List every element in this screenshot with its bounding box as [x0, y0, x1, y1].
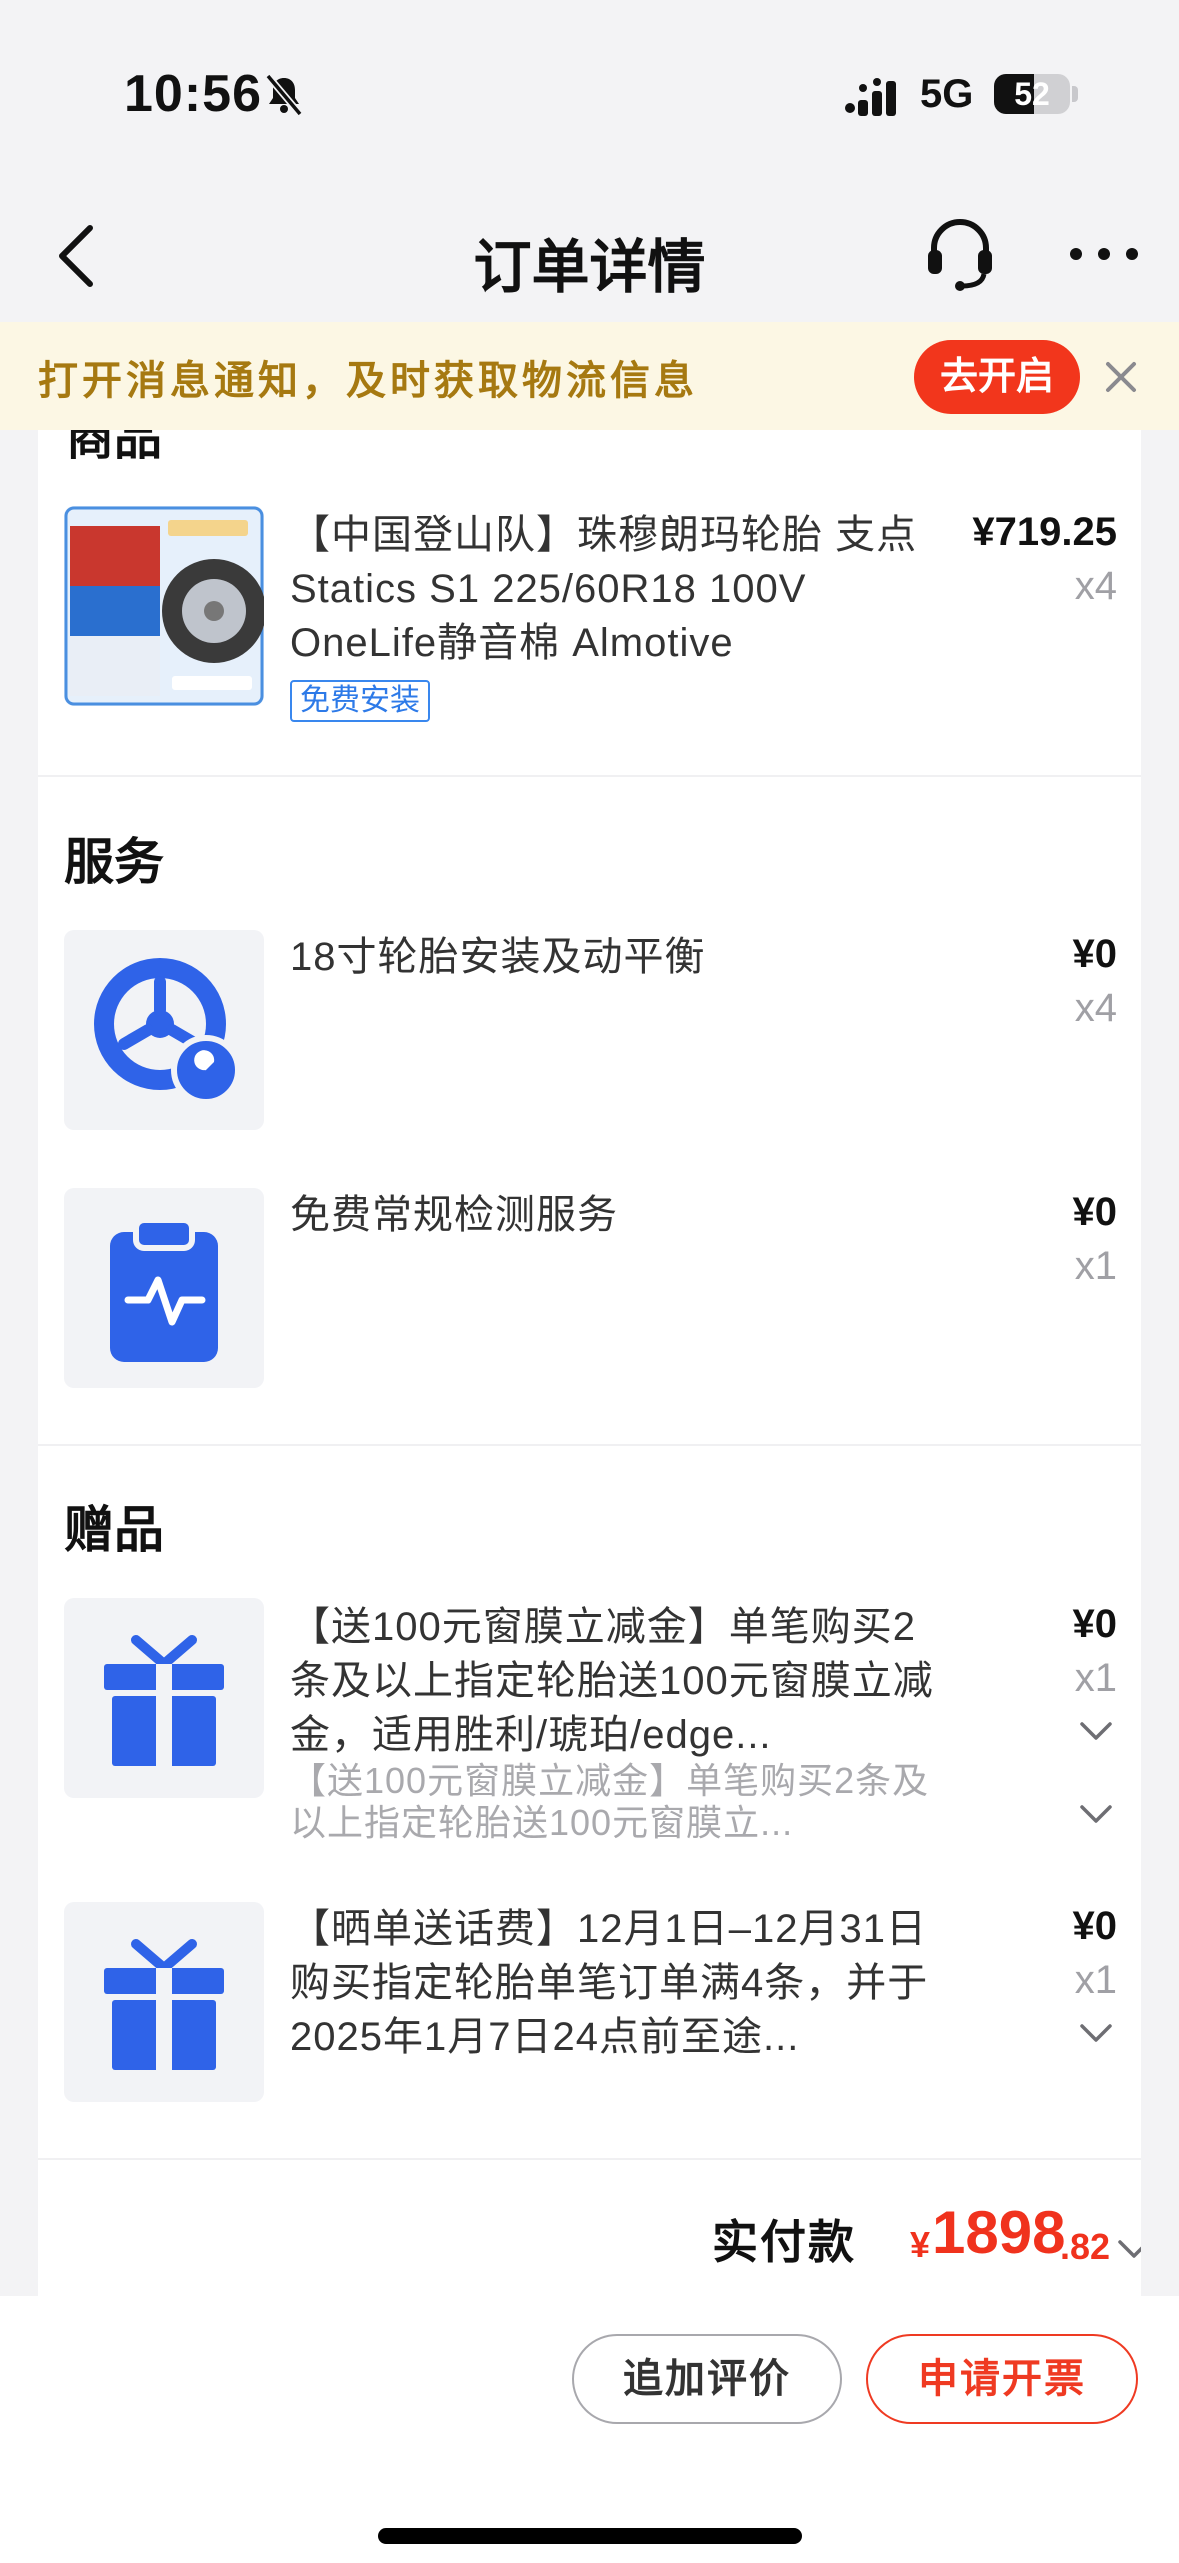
signal-icon: [845, 78, 896, 116]
tire-wrench-icon: [64, 930, 264, 1130]
network-type: 5G: [920, 72, 974, 116]
order-detail-card: 商品 【中国登山队】珠穆朗玛轮胎 支点 Statics S1 225/60R18…: [38, 430, 1141, 2296]
service-title: 免费常规检测服务: [290, 1193, 618, 1237]
product-title: 【中国登山队】珠穆朗玛轮胎 支点 Statics S1 225/60R18 10…: [290, 513, 918, 665]
total-currency: ¥: [910, 2224, 931, 2265]
back-icon[interactable]: [52, 220, 100, 292]
gift-icon: [64, 1598, 264, 1798]
nav-bar: 订单详情: [0, 190, 1179, 320]
gift-qty: x1: [1074, 1958, 1117, 2002]
gift-title: 【晒单送话费】12月1日–12月31日购买指定轮胎单笔订单满4条，并于2025年…: [290, 1907, 929, 2059]
service-title: 18寸轮胎安装及动平衡: [290, 935, 706, 979]
total-label: 实付款: [712, 2216, 856, 2268]
service-qty: x4: [1074, 986, 1117, 1030]
request-invoice-button[interactable]: 申请开票: [866, 2334, 1138, 2424]
tire-product-image: [64, 506, 264, 706]
clipboard-check-icon: [64, 1188, 264, 1388]
gift-subtitle: 【送100元窗膜立减金】单笔购买2条及以上指定轮胎送100元窗膜立...: [290, 1760, 930, 1843]
notification-banner: 打开消息通知，及时获取物流信息 去开启: [0, 322, 1179, 430]
enable-notification-button[interactable]: 去开启: [914, 340, 1080, 414]
bell-muted-icon: [265, 73, 303, 116]
chevron-down-icon[interactable]: [1078, 2022, 1114, 2044]
gift-icon: [64, 1902, 264, 2102]
products-heading: 商品: [66, 430, 163, 465]
divider: [38, 2158, 1141, 2160]
chevron-down-icon[interactable]: [1116, 2238, 1141, 2260]
notification-text: 打开消息通知，及时获取物流信息: [38, 359, 698, 403]
product-image[interactable]: [64, 506, 264, 706]
more-icon[interactable]: [1064, 230, 1144, 278]
service-price: ¥0: [1072, 932, 1118, 976]
headset-icon[interactable]: [924, 216, 996, 292]
services-heading: 服务: [64, 834, 164, 890]
total-decimal: .82: [1060, 2226, 1111, 2267]
product-qty: x4: [1074, 564, 1117, 608]
gift-qty: x1: [1074, 1656, 1117, 1700]
divider: [38, 1444, 1141, 1446]
gift-price: ¥0: [1072, 1602, 1118, 1646]
divider: [38, 775, 1141, 777]
battery-icon: 52: [994, 74, 1070, 114]
gifts-heading: 赠品: [64, 1502, 164, 1558]
add-review-button[interactable]: 追加评价: [572, 2334, 842, 2424]
status-time: 10:56: [124, 65, 262, 123]
free-install-tag: 免费安装: [290, 680, 430, 722]
service-price: ¥0: [1072, 1190, 1118, 1234]
home-indicator[interactable]: [378, 2528, 802, 2544]
gift-price: ¥0: [1072, 1904, 1118, 1948]
chevron-down-icon[interactable]: [1078, 1803, 1114, 1825]
service-qty: x1: [1074, 1244, 1117, 1288]
gift-title: 【送100元窗膜立减金】单笔购买2条及以上指定轮胎送100元窗膜立减金，适用胜利…: [290, 1605, 934, 1757]
total-amount: 1898: [932, 2199, 1066, 2266]
product-price: ¥719.25: [972, 510, 1117, 554]
battery-level: 52: [1014, 76, 1050, 112]
battery-cap: [1072, 86, 1078, 102]
status-bar: 10:56 5G 52: [0, 0, 1179, 190]
bottom-action-bar: 追加评价 申请开票: [0, 2296, 1179, 2563]
close-icon[interactable]: [1100, 356, 1142, 398]
chevron-down-icon[interactable]: [1078, 1720, 1114, 1742]
page-title: 订单详情: [473, 235, 706, 300]
